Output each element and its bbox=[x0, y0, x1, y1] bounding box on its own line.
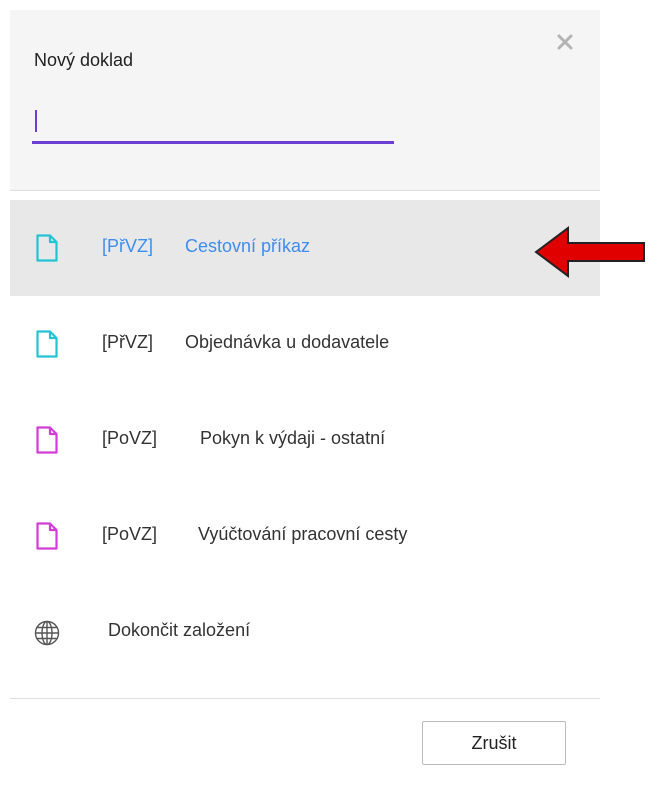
annotation-arrow-icon bbox=[534, 226, 645, 278]
item-code: [PoVZ] bbox=[102, 524, 158, 544]
item-code: [PřVZ] bbox=[102, 332, 154, 352]
item-label: Pokyn k výdaji - ostatní bbox=[200, 428, 386, 448]
item-code: [PřVZ] bbox=[102, 236, 154, 256]
document-icon bbox=[36, 522, 58, 550]
document-icon bbox=[36, 234, 58, 262]
item-label: Dokončit založení bbox=[108, 620, 251, 640]
text-caret bbox=[35, 110, 37, 132]
item-label: Cestovní příkaz bbox=[185, 236, 311, 256]
search-field[interactable] bbox=[32, 104, 394, 144]
list-item-objednavka[interactable]: [PřVZ] Objednávka u dodavatele bbox=[10, 296, 600, 392]
list-item-vyuctovani[interactable]: [PoVZ] Vyúčtování pracovní cesty bbox=[10, 488, 600, 584]
document-icon bbox=[36, 330, 58, 358]
dialog-header: Nový doklad bbox=[10, 10, 600, 190]
list-item-dokoncit-zalozeni[interactable]: Dokončit založení bbox=[10, 584, 600, 680]
item-label: Objednávka u dodavatele bbox=[185, 332, 390, 352]
list-item-pokyn-k-vydaji[interactable]: [PoVZ] Pokyn k výdaji - ostatní bbox=[10, 392, 600, 488]
new-document-dialog: Nový doklad [PřVZ] Cestovní příkaz [PřVZ… bbox=[10, 10, 600, 785]
input-underline bbox=[32, 141, 394, 144]
list-item-cestovni-prikaz[interactable]: [PřVZ] Cestovní příkaz bbox=[10, 200, 600, 296]
item-label: Vyúčtování pracovní cesty bbox=[198, 524, 408, 544]
globe-icon bbox=[34, 620, 60, 646]
footer-divider bbox=[10, 698, 600, 699]
document-icon bbox=[36, 426, 58, 454]
header-divider bbox=[10, 190, 600, 191]
dialog-title: Nový doklad bbox=[34, 50, 134, 70]
item-code: [PoVZ] bbox=[102, 428, 158, 448]
close-icon[interactable] bbox=[553, 30, 577, 54]
cancel-button[interactable]: Zrušit bbox=[422, 721, 566, 765]
search-input[interactable] bbox=[32, 104, 394, 141]
